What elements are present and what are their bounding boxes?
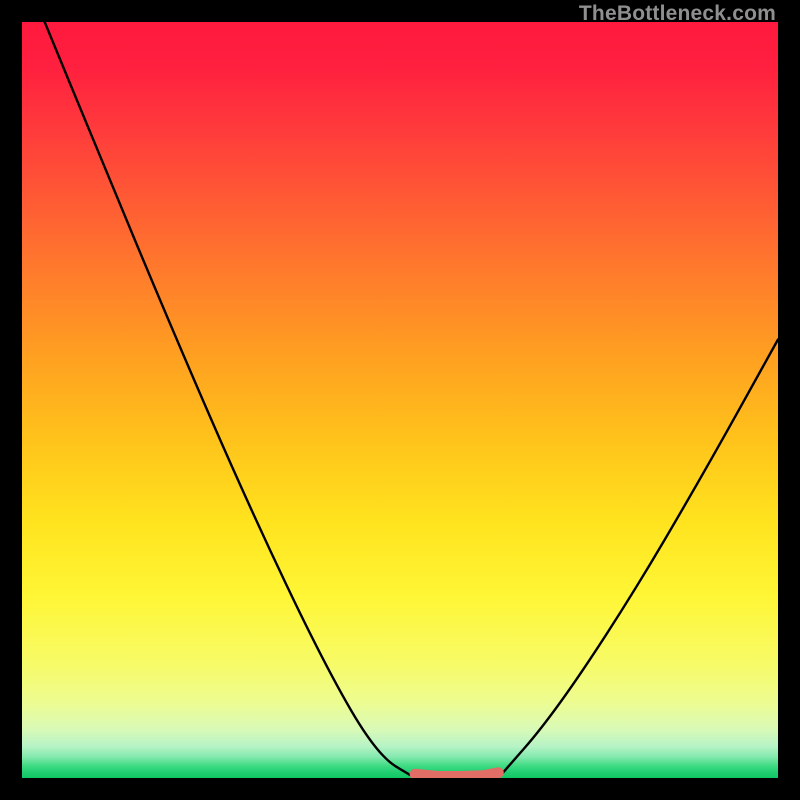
bottleneck-chart [22,22,778,778]
gradient-background [22,22,778,778]
chart-frame [22,22,778,778]
watermark-text: TheBottleneck.com [579,2,776,26]
optimal-zone-marker [415,773,498,777]
